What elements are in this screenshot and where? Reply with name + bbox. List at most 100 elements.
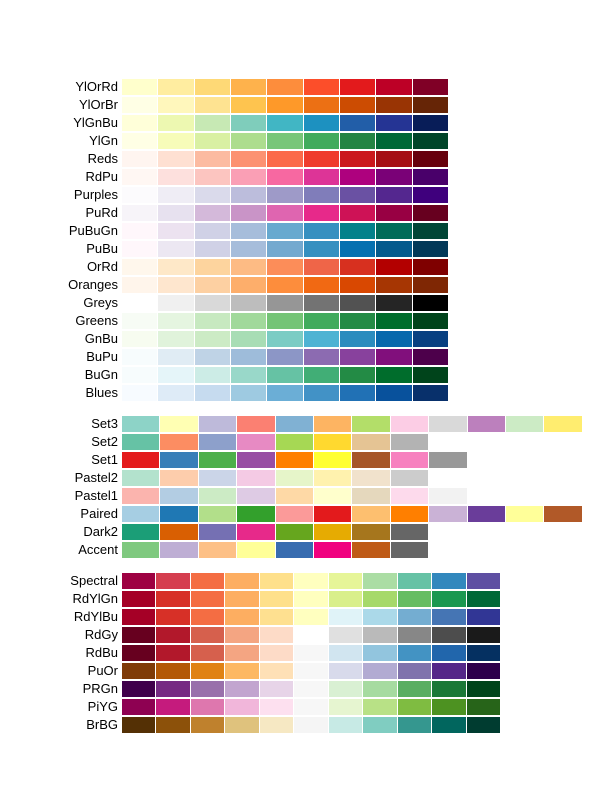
palette-row: Pastel2 — [20, 469, 582, 486]
swatch — [122, 699, 155, 715]
palette-label: Set1 — [20, 452, 122, 467]
swatch — [376, 349, 411, 365]
swatch — [294, 717, 327, 733]
palette-label: PiYG — [20, 699, 122, 714]
swatch-strip — [122, 277, 448, 293]
swatch — [363, 699, 396, 715]
swatch — [304, 115, 339, 131]
swatch — [413, 349, 448, 365]
swatch — [276, 506, 313, 522]
swatch — [276, 416, 313, 432]
swatch — [267, 79, 302, 95]
swatch — [294, 681, 327, 697]
swatch — [391, 470, 428, 486]
palette-row: BuPu — [20, 348, 582, 365]
swatch — [158, 349, 193, 365]
palette-label: Pastel2 — [20, 470, 122, 485]
swatch — [376, 295, 411, 311]
swatch — [158, 295, 193, 311]
swatch — [340, 223, 375, 239]
swatch — [231, 349, 266, 365]
swatch — [225, 699, 258, 715]
swatch — [195, 385, 230, 401]
swatch — [191, 591, 224, 607]
swatch — [158, 241, 193, 257]
swatch — [267, 187, 302, 203]
swatch — [122, 133, 157, 149]
swatch — [429, 506, 466, 522]
palette-row: Blues — [20, 384, 582, 401]
palette-label: PuBu — [20, 241, 122, 256]
swatch-strip — [122, 313, 448, 329]
swatch — [156, 627, 189, 643]
swatch — [294, 627, 327, 643]
swatch — [122, 506, 159, 522]
swatch-strip — [122, 699, 500, 715]
swatch — [314, 488, 351, 504]
swatch — [199, 506, 236, 522]
palette-label: YlGnBu — [20, 115, 122, 130]
swatch — [156, 699, 189, 715]
palette-group-0: YlOrRdYlOrBrYlGnBuYlGnRedsRdPuPurplesPuR… — [20, 78, 582, 401]
swatch — [122, 277, 157, 293]
swatch — [122, 295, 157, 311]
swatch — [199, 434, 236, 450]
swatch-strip — [122, 349, 448, 365]
swatch-strip — [122, 151, 448, 167]
swatch — [329, 645, 362, 661]
swatch — [195, 331, 230, 347]
swatch — [352, 452, 389, 468]
swatch — [231, 367, 266, 383]
palette-row: RdPu — [20, 168, 582, 185]
palette-label: PuBuGn — [20, 223, 122, 238]
palette-label: RdGy — [20, 627, 122, 642]
swatch — [267, 169, 302, 185]
swatch — [413, 133, 448, 149]
palette-label: PuRd — [20, 205, 122, 220]
swatch — [376, 241, 411, 257]
swatch — [398, 573, 431, 589]
swatch — [467, 573, 500, 589]
palette-row: Pastel1 — [20, 487, 582, 504]
swatch — [467, 627, 500, 643]
palette-label: Oranges — [20, 277, 122, 292]
swatch — [304, 169, 339, 185]
swatch — [122, 241, 157, 257]
swatch — [158, 367, 193, 383]
swatch — [340, 259, 375, 275]
swatch — [237, 542, 274, 558]
swatch — [398, 591, 431, 607]
swatch — [231, 331, 266, 347]
palette-label: Set3 — [20, 416, 122, 431]
palette-row: RdYlBu — [20, 608, 582, 625]
palette-label: YlGn — [20, 133, 122, 148]
swatch — [225, 663, 258, 679]
swatch-strip — [122, 717, 500, 733]
palette-label: Accent — [20, 542, 122, 557]
swatch — [122, 205, 157, 221]
swatch — [304, 367, 339, 383]
swatch — [314, 416, 351, 432]
swatch — [191, 717, 224, 733]
swatch-strip — [122, 627, 500, 643]
swatch — [376, 223, 411, 239]
swatch — [225, 609, 258, 625]
swatch — [340, 205, 375, 221]
swatch — [158, 79, 193, 95]
swatch — [391, 434, 428, 450]
swatch — [267, 241, 302, 257]
swatch — [195, 79, 230, 95]
palette-row: PuBu — [20, 240, 582, 257]
swatch — [158, 385, 193, 401]
swatch — [340, 79, 375, 95]
swatch — [467, 609, 500, 625]
swatch — [294, 663, 327, 679]
swatch — [467, 681, 500, 697]
swatch — [376, 331, 411, 347]
swatch — [195, 223, 230, 239]
swatch-strip — [122, 452, 467, 468]
swatch — [195, 205, 230, 221]
swatch — [304, 241, 339, 257]
swatch — [391, 488, 428, 504]
swatch — [199, 452, 236, 468]
